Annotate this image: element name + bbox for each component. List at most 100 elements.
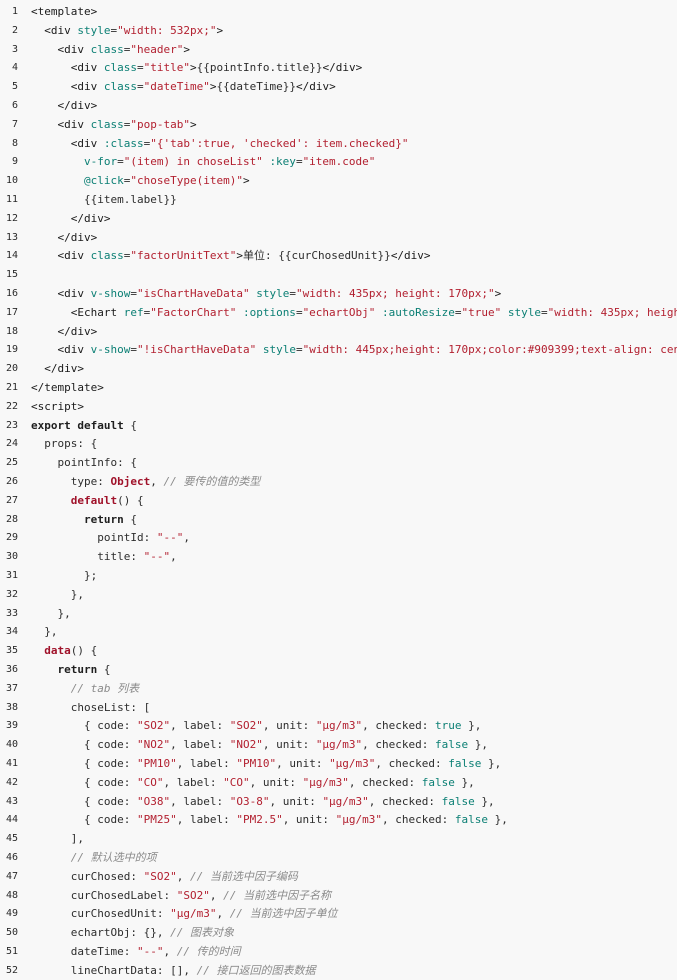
code-token: = [295,155,303,169]
code-line: 8 <div :class="{'tab':true, 'checked': i… [0,134,677,153]
code-text: <script> [31,397,84,416]
code-token: style [77,23,111,37]
code-token: "μg/m3" [170,907,217,921]
code-token: , checked: [362,738,436,752]
code-text: }, [31,585,84,604]
code-text: lineChartData: [], // 接口返回的图表数据 [31,961,316,980]
line-number: 23 [5,419,18,431]
code-token: > [189,61,197,75]
code-line: 16 <div v-show="isChartHaveData" style="… [0,284,677,303]
code-token: "choseType(item)" [130,174,243,188]
code-text: }, [31,622,58,641]
code-token: "--" [156,531,184,545]
code-token: false [441,794,475,808]
code-line: 38 choseList: [ [0,698,677,717]
code-line: 20 </div> [0,359,677,378]
code-token: , unit: [282,813,336,827]
line-number: 24 [5,438,18,450]
code-token: , label: [176,757,237,770]
code-editor[interactable]: 1 <template> 2 <div style="width: 532px;">… [0,0,677,980]
code-line: 47 curChosed: "SO2", // 当前选中因子编码 [0,867,677,886]
code-token: { code: [31,794,137,808]
code-token: style [262,343,296,357]
code-token: pointId: [31,531,157,545]
line-number: 5 [11,81,18,93]
code-token: <div [70,136,104,150]
code-token: curChosedUnit: [31,907,171,921]
code-text: <div class="pop-tab"> [31,115,197,134]
code-token: "CO" [223,775,250,789]
code-text: default() { [31,491,144,510]
code-token: class [103,61,137,75]
line-number: 13 [5,231,18,243]
code-line: 15 [0,265,677,284]
code-text: <div class="dateTime">{{dateTime}}</div> [31,77,336,96]
code-text: choseList: [ [31,698,150,717]
code-text: dateTime: "--", // 传的时间 [31,942,241,961]
code-token: class [90,42,124,56]
line-number: 50 [5,927,18,939]
code-token: { code: [31,719,137,733]
line-number: 22 [5,400,18,412]
code-text: </div> [31,228,98,247]
code-token: }, [31,625,58,639]
code-token: "μg/m3" [315,738,363,752]
line-number: 16 [5,288,18,299]
code-text: // 默认选中的项 [31,848,157,867]
code-line: 29 pointId: "--", [0,528,677,547]
code-token: "{'tab':true, 'checked': item.checked}" [150,136,409,150]
code-token: </div> [295,80,336,94]
code-line: 9 v-for="(item) in choseList" :key="item… [0,152,677,171]
code-token: return [83,512,124,526]
line-number: 28 [5,513,18,525]
line-number: 51 [5,946,18,957]
code-line: 45 ], [0,829,677,848]
line-number: 48 [5,889,18,901]
code-text: }; [31,566,97,585]
code-token: <div [44,23,78,37]
code-token: }, [481,757,502,770]
code-token: type: [31,475,111,488]
code-text: curChosedLabel: "SO2", // 当前选中因子名称 [31,886,331,905]
code-text: <div class="factorUnitText">单位: {{curCho… [31,246,431,265]
code-text: return { [31,660,111,679]
code-token: :class [103,136,144,150]
code-token: "SO2" [229,719,263,733]
code-token: "CO" [136,775,164,789]
code-line: 40 { code: "NO2", label: "NO2", unit: "μ… [0,735,677,754]
code-text: curChosedUnit: "μg/m3", // 当前选中因子单位 [31,904,338,923]
line-number: 1 [11,6,18,17]
code-text: </template> [31,378,104,397]
code-line: 48 curChosedLabel: "SO2", // 当前选中因子名称 [0,886,677,905]
code-token: ref [123,305,144,319]
line-number: 33 [5,607,18,619]
code-token: "PM10" [236,757,277,770]
code-token: }, [31,606,71,620]
code-text: props: { [31,434,97,453]
code-token: // 传的时间 [176,945,241,958]
code-text: <div style="width: 532px;"> [31,21,223,40]
code-line: 31 }; [0,566,677,585]
code-token: "μg/m3" [302,775,349,789]
code-token: () { [70,644,98,658]
code-token: "true" [461,305,502,319]
code-token: "O38" [136,794,171,808]
code-token: v-for [83,155,118,169]
line-number: 12 [5,212,18,224]
code-token: "PM10" [136,757,177,770]
code-token: data [44,644,71,658]
code-line: 33 }, [0,604,677,623]
line-number: 7 [11,118,18,130]
code-token: curChosedLabel: [31,888,177,902]
code-token: "PM25" [136,813,177,827]
code-line: 49 curChosedUnit: "μg/m3", // 当前选中因子单位 [0,904,677,923]
